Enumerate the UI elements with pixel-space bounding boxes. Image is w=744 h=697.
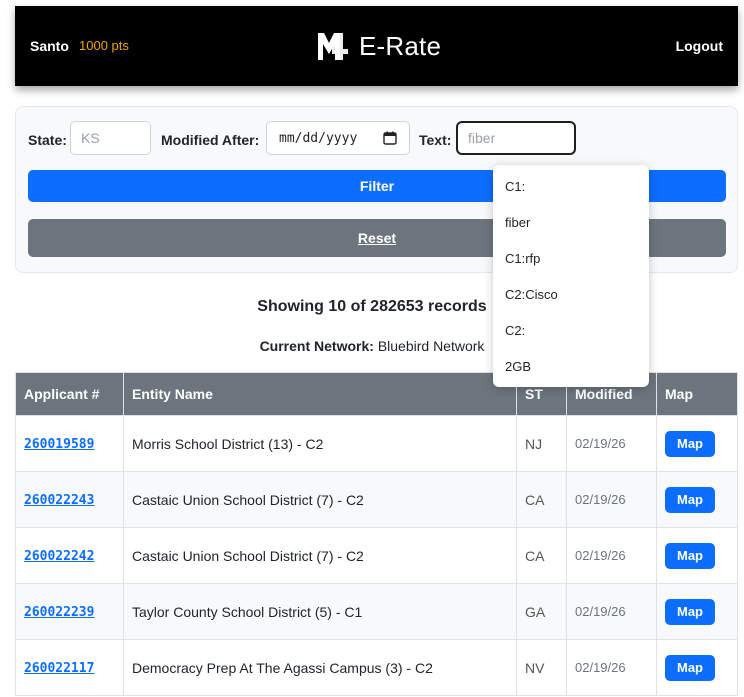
suggestion-item[interactable]: fiber xyxy=(493,205,649,241)
table-row: 260022117 Democracy Prep At The Agassi C… xyxy=(15,639,738,696)
applicant-link[interactable]: 260022242 xyxy=(24,549,94,564)
table-row: 260019589 Morris School District (13) - … xyxy=(15,415,738,472)
state-cell: CA xyxy=(516,471,567,528)
suggestion-item[interactable]: C2:Cisco xyxy=(493,277,649,313)
points-badge: 1000 pts xyxy=(79,38,129,53)
applicant-link[interactable]: 260022117 xyxy=(24,661,94,676)
text-search-input[interactable] xyxy=(456,121,576,155)
modified-cell: 02/19/26 xyxy=(566,583,657,640)
date-placeholder: mm/dd/yyyy xyxy=(279,130,358,146)
modified-cell: 02/19/26 xyxy=(566,639,657,696)
table-row: 260022242 Castaic Union School District … xyxy=(15,527,738,584)
map-button[interactable]: Map xyxy=(665,486,715,513)
state-cell: GA xyxy=(516,583,567,640)
brand-name: E-Rate xyxy=(359,30,442,61)
state-cell: NV xyxy=(516,639,567,696)
state-label: State: xyxy=(28,132,67,148)
map-button[interactable]: Map xyxy=(665,430,715,457)
entity-name: Democracy Prep At The Agassi Campus (3) … xyxy=(123,639,517,696)
table-row: 260022243 Castaic Union School District … xyxy=(15,471,738,528)
suggestion-item[interactable]: C1: xyxy=(493,169,649,205)
entity-name: Taylor County School District (5) - C1 xyxy=(123,583,517,640)
network-value: Bluebird Network xyxy=(377,338,485,354)
suggestion-item[interactable]: C1:rfp xyxy=(493,241,649,277)
header-map: Map xyxy=(656,372,738,416)
modified-cell: 02/19/26 xyxy=(566,471,657,528)
modified-after-label: Modified After: xyxy=(161,132,260,148)
state-cell: CA xyxy=(516,527,567,584)
user-name: Santo xyxy=(30,38,69,54)
modified-cell: 02/19/26 xyxy=(566,415,657,472)
applicant-link[interactable]: 260019589 xyxy=(24,437,94,452)
logout-link[interactable]: Logout xyxy=(676,38,723,54)
state-cell: NJ xyxy=(516,415,567,472)
entity-name: Morris School District (13) - C2 xyxy=(123,415,517,472)
brand[interactable]: E-Rate xyxy=(317,28,441,64)
state-input[interactable] xyxy=(70,121,151,155)
network-label: Current Network: xyxy=(259,338,374,354)
text-label: Text: xyxy=(419,132,452,148)
calendar-icon[interactable] xyxy=(383,131,397,145)
header-entity-name[interactable]: Entity Name xyxy=(123,372,517,416)
modified-cell: 02/19/26 xyxy=(566,527,657,584)
text-suggestions-dropdown: C1: fiber C1:rfp C2:Cisco C2: 2GB xyxy=(493,165,649,387)
table-row: 260022239 Taylor County School District … xyxy=(15,583,738,640)
suggestion-item[interactable]: 2GB xyxy=(493,349,649,385)
suggestion-item[interactable]: C2: xyxy=(493,313,649,349)
entity-name: Castaic Union School District (7) - C2 xyxy=(123,471,517,528)
top-navbar: Santo 1000 pts E-Rate Logout xyxy=(15,6,738,86)
applicant-link[interactable]: 260022239 xyxy=(24,605,94,620)
header-applicant[interactable]: Applicant # xyxy=(15,372,124,416)
map-button[interactable]: Map xyxy=(665,654,715,681)
map-button[interactable]: Map xyxy=(665,542,715,569)
entity-name: Castaic Union School District (7) - C2 xyxy=(123,527,517,584)
map-button[interactable]: Map xyxy=(665,598,715,625)
applicant-link[interactable]: 260022243 xyxy=(24,493,94,508)
records-table: Applicant # Entity Name ST Modified Map … xyxy=(15,372,738,696)
modified-after-date-input[interactable]: mm/dd/yyyy xyxy=(266,121,410,155)
m4-logo-icon xyxy=(318,33,348,60)
